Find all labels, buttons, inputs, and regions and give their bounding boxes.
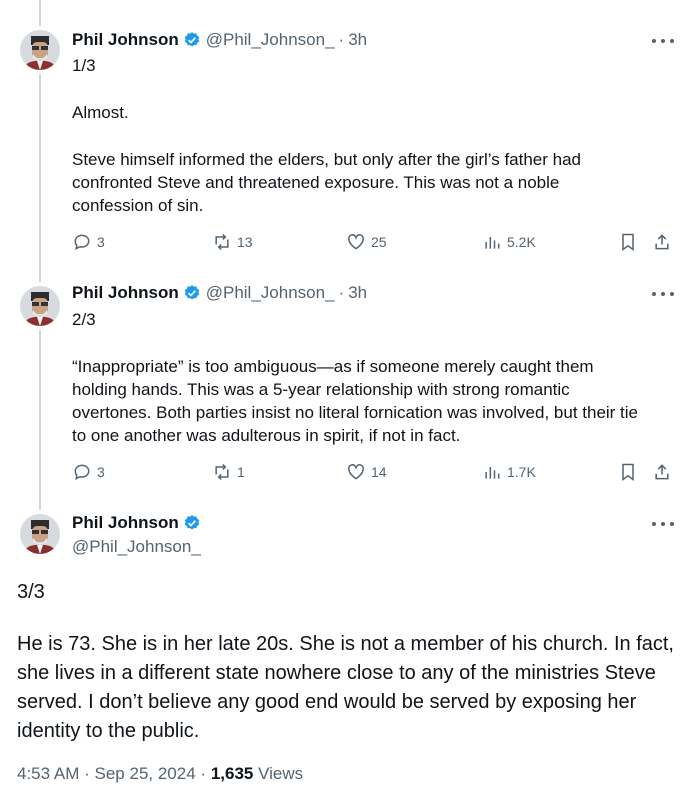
more-icon[interactable] xyxy=(652,521,674,527)
avatar[interactable] xyxy=(20,514,60,554)
bookmark-icon xyxy=(622,233,634,251)
reply-icon xyxy=(74,234,90,251)
thread-counter: 3/3 xyxy=(17,581,45,603)
reply-count: 3 xyxy=(97,464,105,480)
share-icon xyxy=(655,234,669,250)
bookmark-icon xyxy=(622,463,634,481)
views-button[interactable]: 5.2K xyxy=(482,232,536,252)
avatar[interactable] xyxy=(20,30,60,70)
timestamp[interactable]: 3h xyxy=(348,283,367,303)
author-name[interactable]: Phil Johnson xyxy=(72,513,179,533)
like-button[interactable]: 14 xyxy=(346,462,387,482)
more-icon[interactable] xyxy=(652,291,674,297)
verified-badge-icon xyxy=(183,284,201,302)
author-handle[interactable]: @Phil_Johnson_ xyxy=(206,283,335,303)
like-icon xyxy=(348,464,364,480)
repost-button[interactable]: 1 xyxy=(212,462,245,482)
tweet-text: Almost. xyxy=(72,103,129,122)
bookmark-button[interactable] xyxy=(618,232,638,252)
thread-line xyxy=(39,0,41,26)
separator-dot: · xyxy=(84,764,90,783)
repost-count: 13 xyxy=(237,234,253,250)
tweet-text: “Inappropriate” is too ambiguous—as if s… xyxy=(72,357,639,445)
reply-icon xyxy=(74,464,90,481)
thread-counter: 2/3 xyxy=(72,310,96,329)
tweet-actions: 3 13 25 5.2K xyxy=(72,232,678,256)
bookmark-button[interactable] xyxy=(618,462,638,482)
author-name[interactable]: Phil Johnson xyxy=(72,30,179,50)
tweet-header: Phil Johnson xyxy=(72,513,201,533)
separator-dot: · xyxy=(338,283,345,302)
tweet-meta: 4:53 AM · Sep 25, 2024 · 1,635 Views xyxy=(17,764,303,784)
post-time[interactable]: 4:53 AM xyxy=(17,764,79,783)
views-icon xyxy=(485,467,500,479)
tweet-header: Phil Johnson @Phil_Johnson_ · 3h xyxy=(72,30,367,50)
timestamp[interactable]: 3h xyxy=(348,30,367,50)
like-icon xyxy=(348,234,364,250)
thread-line xyxy=(39,330,41,510)
views-count: 1.7K xyxy=(507,464,536,480)
like-count: 14 xyxy=(371,464,387,480)
views-button[interactable]: 1.7K xyxy=(482,462,536,482)
verified-badge-icon xyxy=(183,514,201,532)
repost-button[interactable]: 13 xyxy=(212,232,253,252)
more-icon[interactable] xyxy=(652,38,674,44)
views-icon xyxy=(485,237,500,249)
reply-count: 3 xyxy=(97,234,105,250)
author-name[interactable]: Phil Johnson xyxy=(72,283,179,303)
tweet-actions: 3 1 14 1.7K xyxy=(72,462,678,486)
reply-button[interactable]: 3 xyxy=(72,232,105,252)
tweet-text: He is 73. She is in her late 20s. She is… xyxy=(17,633,674,742)
views-label: Views xyxy=(258,764,304,783)
share-icon xyxy=(655,464,669,480)
like-count: 25 xyxy=(371,234,387,250)
like-button[interactable]: 25 xyxy=(346,232,387,252)
views-count: 5.2K xyxy=(507,234,536,250)
verified-badge-icon xyxy=(183,31,201,49)
repost-icon xyxy=(215,463,229,481)
views-total: 1,635 xyxy=(210,764,254,783)
tweet-text: Steve himself informed the elders, but o… xyxy=(72,150,582,215)
separator-dot: · xyxy=(200,764,207,783)
thread-counter: 1/3 xyxy=(72,56,96,75)
repost-count: 1 xyxy=(237,464,245,480)
avatar[interactable] xyxy=(20,286,60,326)
reply-button[interactable]: 3 xyxy=(72,462,105,482)
author-handle[interactable]: @Phil_Johnson_ xyxy=(72,537,201,557)
share-button[interactable] xyxy=(652,232,672,252)
post-date[interactable]: Sep 25, 2024 xyxy=(95,764,196,783)
author-handle[interactable]: @Phil_Johnson_ xyxy=(206,30,335,50)
separator-dot: · xyxy=(338,30,345,49)
tweet-header: Phil Johnson @Phil_Johnson_ · 3h xyxy=(72,283,367,303)
share-button[interactable] xyxy=(652,462,672,482)
repost-icon xyxy=(215,233,229,251)
thread-line xyxy=(39,74,41,282)
